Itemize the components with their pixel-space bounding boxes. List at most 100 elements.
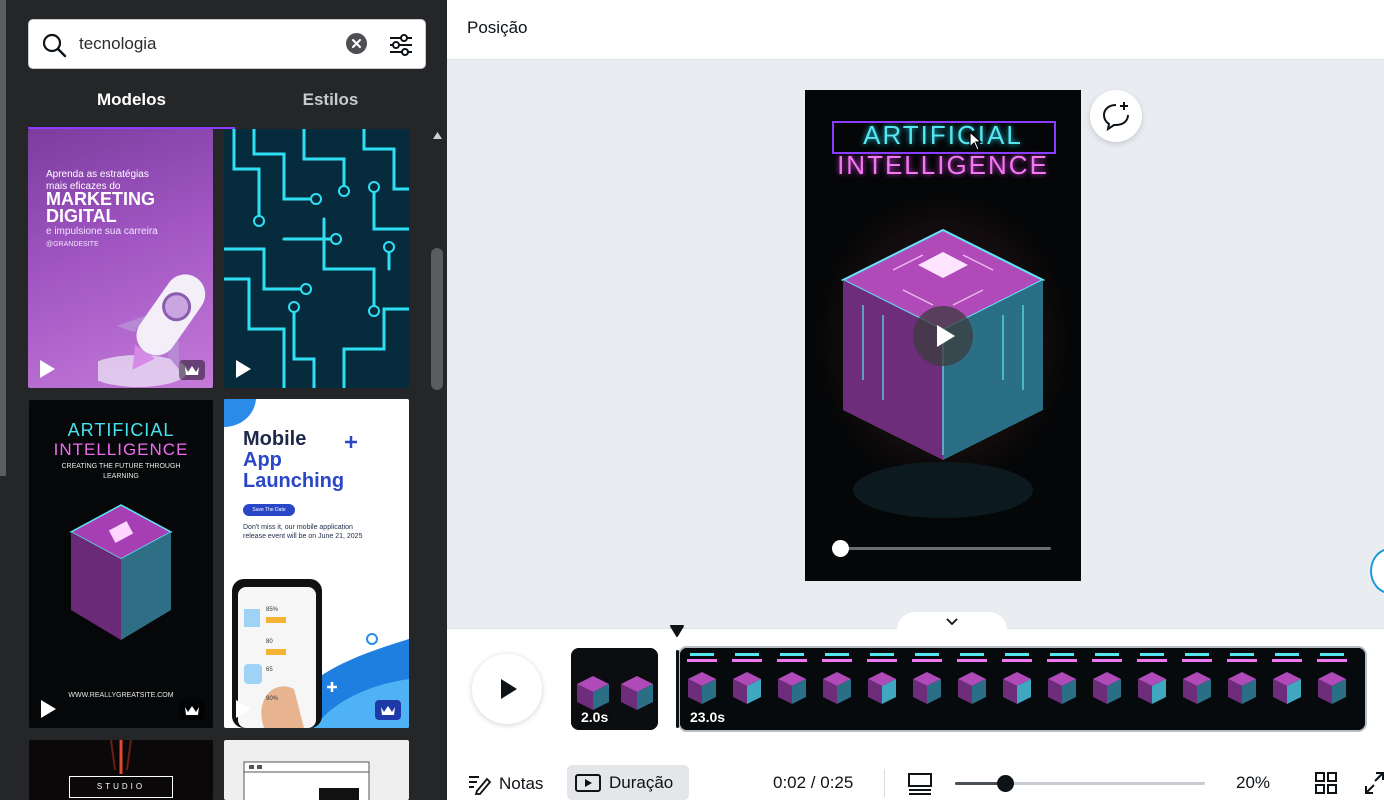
scroll-up-arrow-icon[interactable] [433, 132, 442, 139]
frame-title-mark [1317, 659, 1347, 662]
frame-title-mark [777, 659, 807, 662]
clip-frame [1047, 653, 1077, 704]
crown-icon [185, 706, 199, 715]
add-comment-button[interactable] [1090, 90, 1142, 142]
frame-title-mark [1050, 653, 1074, 656]
play-icon [937, 325, 955, 347]
text-selection-box[interactable] [832, 121, 1056, 154]
zoom-level[interactable]: 20% [1236, 773, 1270, 793]
clip-frame [732, 653, 762, 704]
template-handle: @GRANDESITE [46, 241, 99, 248]
premium-badge [179, 700, 205, 720]
template-heading: INTELLIGENCE [53, 440, 189, 459]
template-url: WWW.REALLYGREATSITE.COM [68, 692, 174, 699]
grid-view-icon[interactable] [1315, 772, 1337, 794]
clip-frame [1137, 653, 1167, 704]
search-query[interactable]: tecnologia [79, 34, 157, 54]
clip-frame [1317, 653, 1347, 704]
crown-icon [381, 706, 395, 715]
template-circuit-board[interactable] [224, 129, 409, 388]
clip-frame [777, 653, 807, 704]
duration-button[interactable]: Duração [567, 765, 689, 800]
template-heading: Mobile [243, 428, 307, 450]
timeline-clip-selected[interactable]: 23.0s [678, 646, 1367, 732]
design-heading-intelligence[interactable]: INTELLIGENCE [805, 150, 1081, 181]
frame-title-mark [825, 653, 849, 656]
sliders-icon [390, 34, 412, 56]
frame-title-mark [690, 653, 714, 656]
frame-title-mark [1320, 653, 1344, 656]
timeline-clip[interactable]: 2.0s [571, 648, 658, 730]
video-progress-knob[interactable] [832, 540, 849, 557]
templates-scrollbar[interactable] [429, 129, 445, 800]
clip-duration: 23.0s [690, 709, 726, 725]
play-icon [501, 679, 517, 699]
frame-title-mark [1230, 653, 1254, 656]
crown-icon [185, 366, 199, 375]
play-icon [236, 700, 251, 718]
video-duration-icon [575, 773, 601, 792]
frame-title-mark [957, 659, 987, 662]
page-layout-icon[interactable] [908, 772, 932, 796]
tab-modelos[interactable]: Modelos [28, 90, 235, 129]
clear-search-button[interactable] [346, 33, 367, 54]
position-label[interactable]: Posição [467, 18, 527, 38]
zoom-slider-knob[interactable] [997, 775, 1014, 792]
decorative-arc [224, 399, 256, 428]
clip-duration: 2.0s [581, 709, 609, 725]
clip-frame [1272, 653, 1302, 704]
mouse-cursor-icon [969, 131, 983, 151]
template-artificial-intelligence[interactable]: ARTIFICIAL INTELLIGENCE CREATING THE FUT… [29, 400, 213, 728]
video-play-button[interactable] [913, 306, 973, 366]
template-line: e impulsione sua carreira [46, 226, 158, 237]
notes-icon [469, 775, 491, 795]
frame-title-mark [1140, 653, 1164, 656]
template-stat: 90% [266, 696, 279, 702]
frame-title-mark [912, 659, 942, 662]
browser-illustration [243, 761, 370, 800]
chevron-down-icon [946, 618, 958, 626]
frame-title-mark [732, 659, 762, 662]
clip-frame [1182, 653, 1212, 704]
notes-label: Notas [499, 773, 544, 793]
template-heading: MARKETING DIGITAL [46, 190, 155, 226]
timeline-collapse-tab[interactable] [897, 612, 1007, 630]
scrollbar-thumb[interactable] [431, 248, 443, 390]
frame-title-mark [1095, 653, 1119, 656]
notes-button[interactable]: Notas [467, 767, 543, 800]
frame-title-mark [1185, 653, 1209, 656]
frame-title-mark [1275, 653, 1299, 656]
clip-frame [1092, 653, 1122, 704]
filter-button[interactable] [387, 31, 415, 59]
clip-frame [1002, 653, 1032, 704]
template-subtitle: CREATING THE FUTURE THROUGH LEARNING [61, 463, 181, 480]
premium-badge [375, 700, 401, 720]
template-heading-line: DIGITAL [46, 206, 117, 226]
clip-frame [1227, 653, 1257, 704]
comment-add-icon [1102, 102, 1129, 132]
template-studio-shodwe[interactable]: STUDIO SHODWE [29, 740, 213, 800]
search-input[interactable]: tecnologia [28, 19, 426, 69]
template-description: Don't miss it, our mobile application re… [243, 524, 363, 540]
template-mobile-app-launching[interactable]: Mobile App Launching Save The Date Don't… [224, 399, 409, 728]
clip-thumbnails [680, 648, 1365, 730]
template-browser-window[interactable] [224, 740, 409, 800]
timeline-play-button[interactable] [472, 654, 542, 724]
premium-badge [179, 360, 205, 380]
tab-estilos[interactable]: Estilos [235, 90, 426, 129]
frame-title-mark [1227, 659, 1257, 662]
template-heading: App [243, 449, 282, 471]
fullscreen-icon[interactable] [1365, 772, 1384, 794]
template-stat: 80 [266, 639, 273, 645]
frame-title-mark [867, 659, 897, 662]
frame-title-mark [1137, 659, 1167, 662]
design-page[interactable]: ARTIFICIAL INTELLIGENCE [805, 90, 1081, 581]
frame-title-mark [1092, 659, 1122, 662]
clip-trim-handle[interactable] [676, 650, 679, 728]
template-stat: 65 [266, 667, 273, 673]
playhead-marker[interactable] [669, 624, 685, 638]
frame-title-mark [1272, 659, 1302, 662]
video-progress-track[interactable] [840, 547, 1051, 550]
template-marketing-digital[interactable]: Aprenda as estratégias mais eficazes do … [28, 129, 213, 388]
frame-title-mark [870, 653, 894, 656]
